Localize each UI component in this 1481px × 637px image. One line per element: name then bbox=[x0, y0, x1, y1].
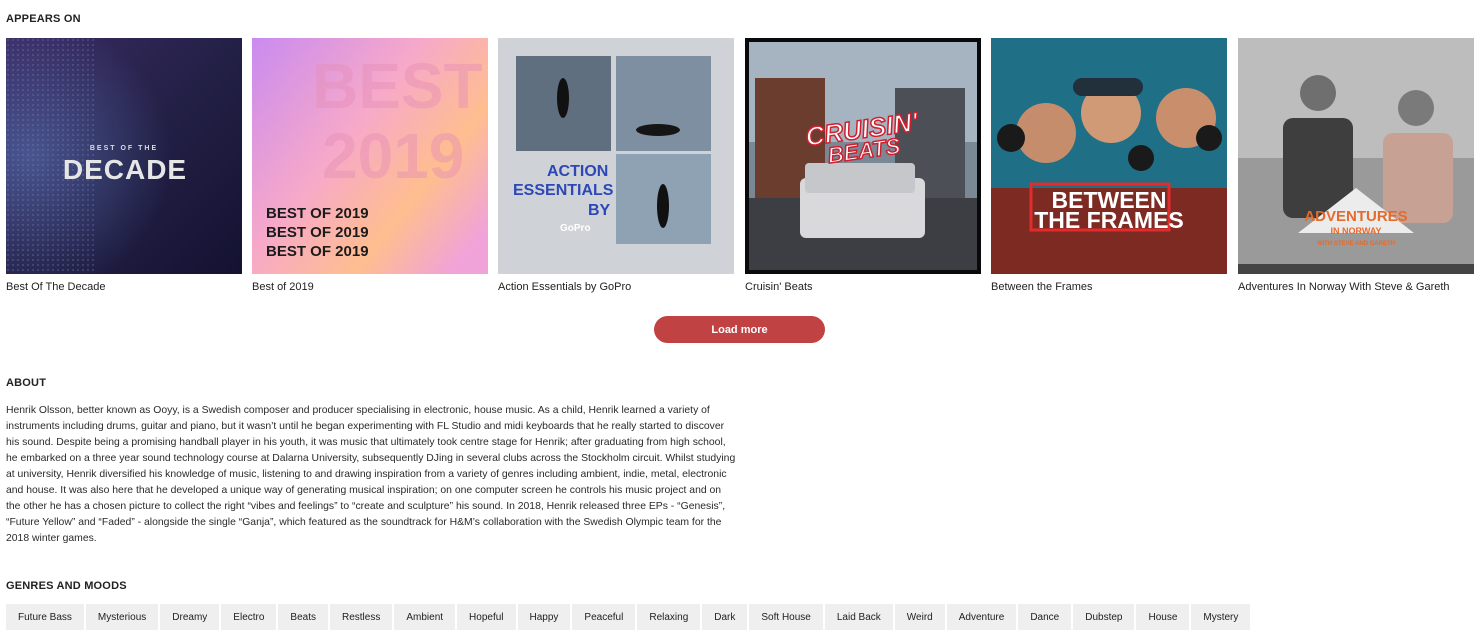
playlist-title[interactable]: Between the Frames bbox=[991, 281, 1227, 293]
genre-tag-dark[interactable]: Dark bbox=[702, 604, 748, 630]
playlist-cover-cruisin-beats[interactable]: CRUISIN' BEATS bbox=[745, 38, 981, 274]
playlist-cover-between-the-frames[interactable]: BETWEEN THE FRAMES bbox=[991, 38, 1227, 274]
playlist-title[interactable]: Best Of The Decade bbox=[6, 281, 242, 293]
genre-tag-mysterious[interactable]: Mysterious bbox=[85, 604, 159, 630]
cover-art-text: ESSENTIALS bbox=[513, 182, 614, 199]
genre-tag-happy[interactable]: Happy bbox=[517, 604, 571, 630]
cover-art-text: THE FRAMES bbox=[1034, 207, 1184, 233]
genre-tag-soft-house[interactable]: Soft House bbox=[749, 604, 823, 630]
cover-art-text: ADVENTURES bbox=[1304, 208, 1407, 225]
genre-tag-dubstep[interactable]: Dubstep bbox=[1073, 604, 1135, 630]
about-heading: ABOUT bbox=[6, 377, 47, 389]
load-more-button[interactable]: Load more bbox=[654, 316, 825, 343]
about-text: Henrik Olsson, better known as Ooyy, is … bbox=[6, 405, 736, 544]
playlist-card[interactable]: BETWEEN THE FRAMES Between the Frames bbox=[991, 38, 1227, 293]
genre-tag-ambient[interactable]: Ambient bbox=[394, 604, 456, 630]
cover-art-text: WITH STEVE AND GARETH bbox=[1317, 241, 1395, 247]
playlist-grid: BEST OF THE DECADE Best Of The Decade BE… bbox=[6, 38, 1476, 298]
cover-art-text: BEST OF 2019 bbox=[266, 224, 369, 241]
genre-tag-future-bass[interactable]: Future Bass bbox=[6, 604, 84, 630]
appears-on-heading: APPEARS ON bbox=[6, 13, 81, 25]
playlist-card[interactable]: BEST OF THE DECADE Best Of The Decade bbox=[6, 38, 242, 293]
playlist-title[interactable]: Adventures In Norway With Steve & Gareth bbox=[1238, 281, 1474, 293]
playlist-cover-best-of-the-decade[interactable]: BEST OF THE DECADE bbox=[6, 38, 242, 274]
genre-tag-restless[interactable]: Restless bbox=[330, 604, 393, 630]
playlist-title[interactable]: Cruisin' Beats bbox=[745, 281, 981, 293]
genre-tag-dance[interactable]: Dance bbox=[1018, 604, 1072, 630]
cover-art: ADVENTURES IN NORWAY WITH STEVE AND GARE… bbox=[1238, 38, 1474, 274]
genre-tag-house[interactable]: House bbox=[1136, 604, 1190, 630]
cover-art-text: BY bbox=[588, 202, 611, 219]
genres-heading: GENRES AND MOODS bbox=[6, 580, 127, 592]
playlist-card[interactable]: ACTION ESSENTIALS BY GoPro Action Essent… bbox=[498, 38, 734, 293]
genre-tag-adventure[interactable]: Adventure bbox=[946, 604, 1017, 630]
cover-art-text: BEST OF THE bbox=[90, 145, 158, 152]
cover-art: ACTION ESSENTIALS BY GoPro bbox=[498, 38, 734, 274]
cover-art-text: 2019 bbox=[322, 120, 464, 192]
playlist-card[interactable]: BEST 2019 BEST OF 2019 BEST OF 2019 BEST… bbox=[252, 38, 488, 293]
playlist-card[interactable]: CRUISIN' BEATS Cruisin' Beats bbox=[745, 38, 981, 293]
cover-art-text: BEST OF 2019 bbox=[266, 243, 369, 260]
cover-art-text: DECADE bbox=[63, 154, 187, 185]
genre-tag-beats[interactable]: Beats bbox=[278, 604, 328, 630]
playlist-cover-best-of-2019[interactable]: BEST 2019 BEST OF 2019 BEST OF 2019 BEST… bbox=[252, 38, 488, 274]
cover-art: BETWEEN THE FRAMES bbox=[991, 38, 1227, 274]
cover-art: BEST 2019 BEST OF 2019 BEST OF 2019 BEST… bbox=[252, 38, 488, 274]
cover-art-text: BEST bbox=[312, 50, 483, 122]
genre-tag-hopeful[interactable]: Hopeful bbox=[457, 604, 516, 630]
genre-tag-peaceful[interactable]: Peaceful bbox=[572, 604, 636, 630]
playlist-title[interactable]: Best of 2019 bbox=[252, 281, 488, 293]
playlist-cover-action-essentials[interactable]: ACTION ESSENTIALS BY GoPro bbox=[498, 38, 734, 274]
genre-tag-laid-back[interactable]: Laid Back bbox=[824, 604, 893, 630]
playlist-cover-adventures-in-norway[interactable]: ADVENTURES IN NORWAY WITH STEVE AND GARE… bbox=[1238, 38, 1474, 274]
genre-tag-dreamy[interactable]: Dreamy bbox=[160, 604, 220, 630]
genre-tag-list: Future Bass Mysterious Dreamy Electro Be… bbox=[6, 604, 1252, 630]
playlist-title[interactable]: Action Essentials by GoPro bbox=[498, 281, 734, 293]
genre-tag-weird[interactable]: Weird bbox=[894, 604, 945, 630]
cover-art: BEST OF THE DECADE bbox=[6, 38, 242, 274]
playlist-card[interactable]: ADVENTURES IN NORWAY WITH STEVE AND GARE… bbox=[1238, 38, 1474, 293]
genre-tag-mystery[interactable]: Mystery bbox=[1191, 604, 1251, 630]
cover-art-text: ACTION bbox=[547, 163, 608, 180]
cover-art: CRUISIN' BEATS bbox=[745, 38, 981, 274]
genre-tag-relaxing[interactable]: Relaxing bbox=[637, 604, 701, 630]
cover-art-text: BEST OF 2019 bbox=[266, 205, 369, 222]
genre-tag-electro[interactable]: Electro bbox=[221, 604, 277, 630]
cover-art-text: IN NORWAY bbox=[1330, 226, 1381, 236]
cover-art-text: GoPro bbox=[560, 223, 591, 234]
